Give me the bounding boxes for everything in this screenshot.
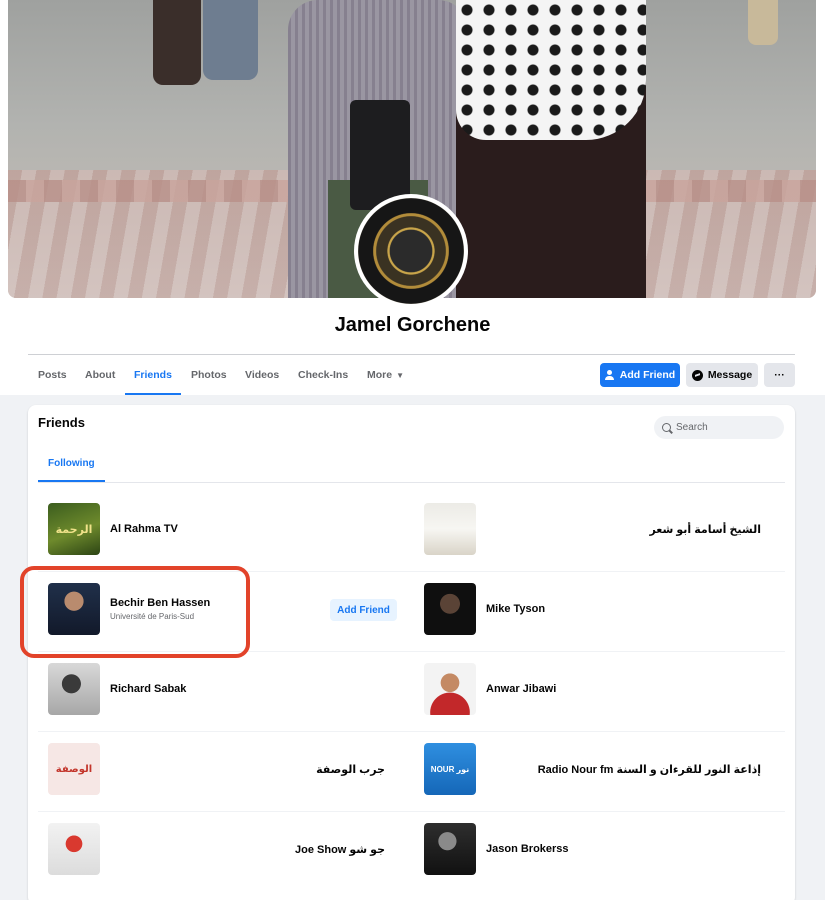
friend-thumb-text: الرحمة: [55, 523, 93, 536]
friend-name[interactable]: جرب الوصفة: [316, 763, 385, 776]
friends-search[interactable]: [654, 416, 784, 439]
row-divider: [38, 731, 785, 732]
friend-avatar[interactable]: NOUR نور: [424, 743, 476, 795]
friend-name[interactable]: Al Rahma TV: [110, 523, 178, 535]
friend-name[interactable]: Anwar Jibawi: [486, 683, 556, 695]
tab-following[interactable]: Following: [38, 449, 105, 482]
highlight-annotation: [20, 566, 250, 658]
friend-name[interactable]: Richard Sabak: [110, 683, 186, 695]
tab-more[interactable]: More ▼: [367, 355, 404, 395]
friend-item-joe-show[interactable]: جو شو Joe Show: [38, 823, 388, 900]
friend-avatar[interactable]: الرحمة: [48, 503, 100, 555]
friend-avatar[interactable]: [424, 663, 476, 715]
friend-avatar[interactable]: [48, 823, 100, 875]
add-friend-label: Add Friend: [619, 369, 676, 381]
message-label: Message: [707, 369, 753, 381]
tab-videos[interactable]: Videos: [245, 355, 279, 395]
tab-about[interactable]: About: [85, 355, 115, 395]
ellipsis-icon: ···: [774, 369, 785, 381]
friend-avatar[interactable]: [424, 503, 476, 555]
friend-avatar[interactable]: [424, 823, 476, 875]
tab-check-ins[interactable]: Check-Ins: [298, 355, 348, 395]
messenger-icon: [691, 369, 703, 381]
search-icon: [662, 423, 671, 432]
friend-name[interactable]: جو شو Joe Show: [295, 843, 385, 856]
friend-name[interactable]: Jason Brokerss: [486, 843, 569, 855]
friend-avatar[interactable]: الوصفة: [48, 743, 100, 795]
tab-more-label: More: [367, 369, 393, 381]
add-friend-button[interactable]: Add Friend: [330, 599, 397, 621]
row-divider: [38, 811, 785, 812]
friends-card-title: Friends: [38, 415, 85, 430]
friend-item-jason-brokerss[interactable]: Jason Brokerss: [414, 823, 774, 900]
profile-avatar[interactable]: [354, 194, 468, 308]
profile-nav: Posts About Friends Photos Videos Check-…: [28, 355, 795, 395]
tab-divider: [38, 482, 785, 483]
profile-name: Jamel Gorchene: [334, 314, 491, 336]
friend-thumb-text: NOUR نور: [430, 764, 470, 774]
friend-avatar[interactable]: [48, 663, 100, 715]
tab-posts[interactable]: Posts: [38, 355, 67, 395]
friend-avatar[interactable]: [424, 583, 476, 635]
friend-name[interactable]: الشيخ أسامة أبو شعر: [649, 523, 761, 536]
add-friend-button[interactable]: Add Friend: [600, 363, 680, 387]
more-options-button[interactable]: ···: [764, 363, 795, 387]
search-input[interactable]: [676, 422, 776, 433]
tab-friends[interactable]: Friends: [125, 355, 181, 395]
friend-name[interactable]: Mike Tyson: [486, 603, 545, 615]
friend-thumb-text: الوصفة: [55, 763, 93, 775]
caret-down-icon: ▼: [396, 371, 405, 380]
tab-photos[interactable]: Photos: [191, 355, 227, 395]
add-person-icon: [604, 370, 615, 380]
message-button[interactable]: Message: [686, 363, 758, 387]
friend-name[interactable]: إذاعة النور للقرءان و السنة Radio Nour f…: [538, 763, 761, 776]
